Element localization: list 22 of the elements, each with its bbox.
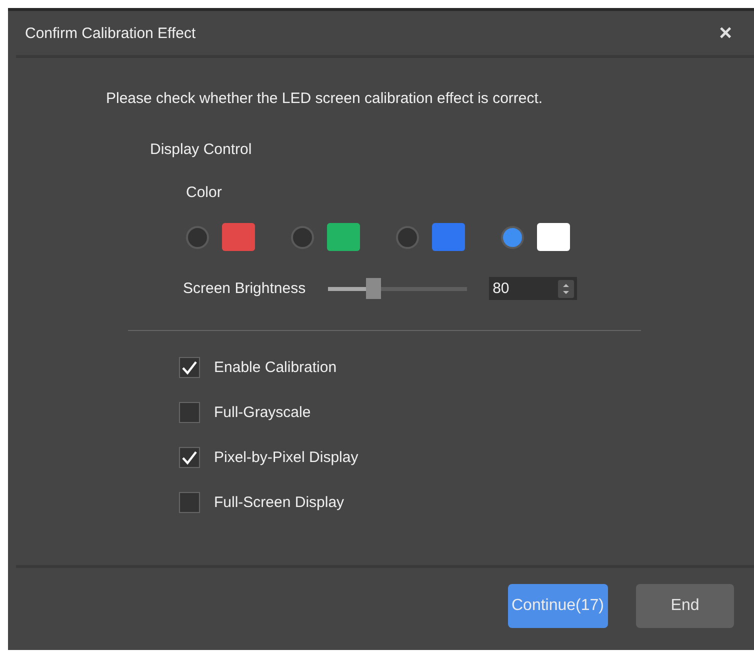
- end-button[interactable]: End: [636, 584, 734, 628]
- checkbox[interactable]: [179, 357, 200, 378]
- checkbox[interactable]: [179, 447, 200, 468]
- option-label: Full-Screen Display: [214, 494, 344, 511]
- section-label: Display Control: [150, 141, 253, 158]
- color-label: Color: [186, 184, 223, 201]
- color-radio[interactable]: [291, 226, 314, 248]
- checkbox[interactable]: [179, 402, 200, 423]
- color-radio[interactable]: [501, 226, 524, 248]
- color-radio[interactable]: [186, 226, 209, 248]
- color-radio[interactable]: [396, 226, 419, 248]
- brightness-label: Screen Brightness: [183, 280, 306, 297]
- brightness-spinbox[interactable]: 80: [488, 277, 577, 300]
- spin-arrows-icon[interactable]: [558, 280, 574, 298]
- option-label: Pixel-by-Pixel Display: [214, 449, 358, 466]
- option-label: Full-Grayscale: [214, 404, 311, 421]
- window-title: Confirm Calibration Effect: [25, 24, 196, 42]
- checkbox[interactable]: [179, 492, 200, 513]
- slider-thumb[interactable]: [366, 278, 382, 298]
- instruction-text: Please check whether the LED screen calibration effect is correct.: [106, 90, 544, 107]
- close-button[interactable]: ×: [717, 22, 734, 44]
- option-label: Enable Calibration: [214, 359, 337, 376]
